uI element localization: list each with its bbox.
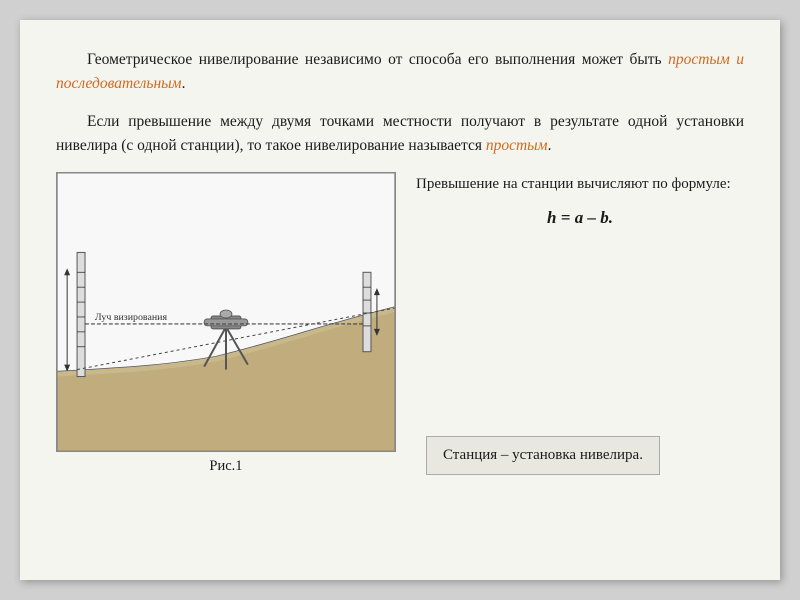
station-box: Станция – установка нивелира. [426,436,660,475]
bottom-section: Луч визирования Рис.1 Превышение на стан… [56,172,744,475]
para2-text: Если превышение между двумя точками мест… [56,113,744,154]
formula: h = a – b. [416,204,744,231]
slide: Геометрическое нивелирование независимо … [20,20,780,580]
right-area: Превышение на станции вычисляют по форму… [416,172,744,475]
station-label: Станция – установка нивелира. [443,447,643,463]
formula-intro: Превышение на станции вычисляют по форму… [416,172,744,231]
figure-area: Луч визирования Рис.1 [56,172,396,475]
para2-italic: простым [486,137,548,154]
paragraph-2: Если превышение между двумя точками мест… [56,110,744,158]
fig-caption: Рис.1 [56,458,396,475]
svg-text:Луч визирования: Луч визирования [95,312,168,323]
paragraph-1: Геометрическое нивелирование независимо … [56,48,744,96]
para1-text1: Геометрическое нивелирование независимо … [87,51,668,68]
figure-box: Луч визирования [56,172,396,452]
para2-end: . [548,137,552,154]
para1-end: . [182,75,186,92]
